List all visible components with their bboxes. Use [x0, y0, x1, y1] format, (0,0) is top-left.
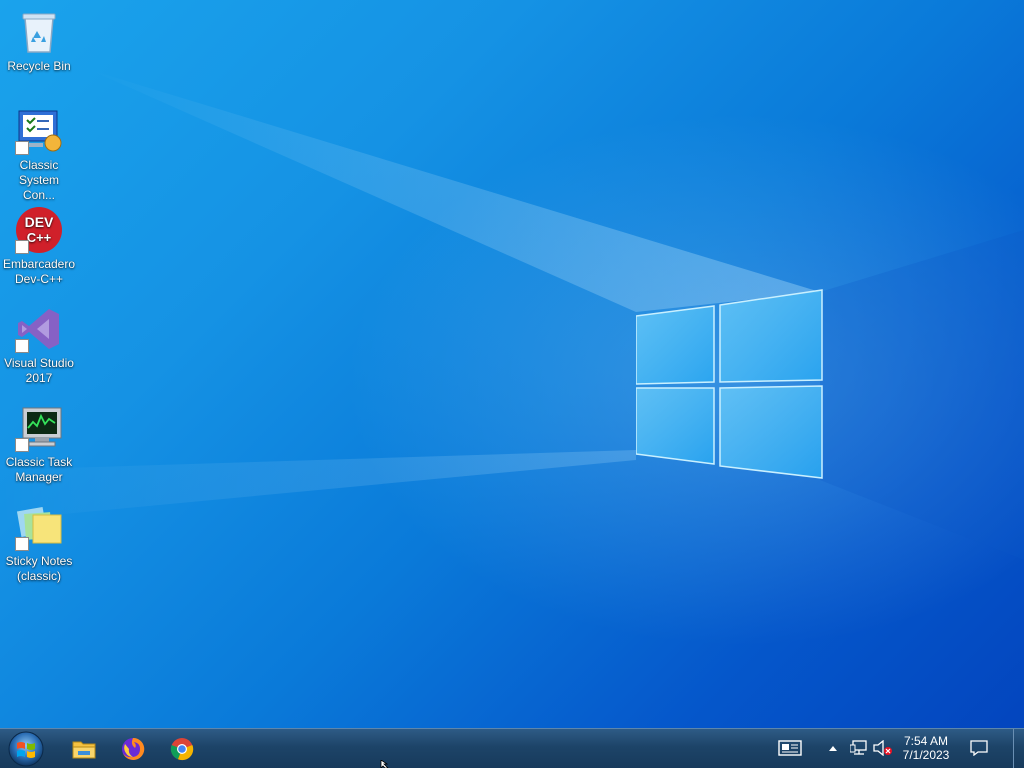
shortcut-arrow-icon	[15, 240, 29, 254]
shortcut-arrow-icon	[15, 537, 29, 551]
windows-logo-wallpaper	[636, 289, 823, 479]
recycle-bin-icon	[15, 8, 63, 56]
visual-studio-icon	[15, 305, 63, 353]
taskbar: 7:54 AM 7/1/2023	[0, 728, 1024, 768]
desktop-icon-label: Classic System Con...	[18, 158, 59, 202]
desktop-icon-classic-system-control[interactable]: Classic System Con...	[2, 101, 76, 203]
svg-text:C++: C++	[27, 230, 52, 245]
svg-text:DEV: DEV	[25, 214, 54, 230]
shortcut-arrow-icon	[15, 339, 29, 353]
firefox-icon	[122, 737, 145, 760]
network-status-button[interactable]	[848, 738, 870, 758]
action-center-icon	[970, 740, 988, 756]
news-and-interests-button[interactable]	[776, 737, 804, 759]
shortcut-arrow-icon	[15, 141, 29, 155]
news-icon	[778, 740, 802, 756]
task-manager-icon	[15, 404, 63, 452]
desktop-icon-sticky-notes-classic[interactable]: Sticky Notes (classic)	[2, 497, 76, 584]
taskbar-file-explorer-button[interactable]	[68, 733, 100, 765]
windows-start-orb-icon	[8, 731, 44, 767]
volume-muted-icon	[873, 740, 892, 756]
desktop-icon-visual-studio-2017[interactable]: Visual Studio 2017	[2, 299, 76, 386]
sticky-notes-icon	[15, 503, 63, 551]
desktop-icon-label: Sticky Notes (classic)	[5, 554, 73, 583]
desktop-icon-embarcadero-dev-cpp[interactable]: DEV C++ Embarcadero Dev-C++	[2, 200, 76, 287]
control-panel-icon	[15, 107, 63, 155]
desktop-icon-label: Embarcadero Dev-C++	[2, 257, 76, 286]
taskbar-firefox-button[interactable]	[117, 733, 149, 765]
folder-icon	[72, 741, 96, 759]
dev-cpp-icon: DEV C++	[15, 206, 63, 254]
wallpaper-light-beams	[0, 0, 1024, 728]
start-button[interactable]	[6, 730, 46, 767]
network-icon	[850, 740, 867, 755]
desktop-icon-label: Recycle Bin	[7, 59, 71, 73]
shortcut-arrow-icon	[15, 438, 29, 452]
desktop-icon-recycle-bin[interactable]: Recycle Bin	[2, 2, 76, 74]
action-center-button[interactable]	[966, 737, 992, 759]
taskbar-chrome-button[interactable]	[166, 733, 198, 765]
desktop-icon-label: Visual Studio 2017	[4, 356, 74, 385]
desktop-icon-label: Classic Task Manager	[5, 455, 73, 484]
show-desktop-button[interactable]	[1013, 729, 1024, 768]
desktop-icon-classic-task-manager[interactable]: Classic Task Manager	[2, 398, 76, 485]
volume-button[interactable]	[872, 738, 894, 758]
show-hidden-icons-button[interactable]	[825, 739, 841, 757]
chrome-icon	[170, 738, 194, 761]
clock-date: 7/1/2023	[902, 748, 950, 762]
mouse-cursor-icon	[380, 760, 389, 768]
clock-time: 7:54 AM	[903, 734, 949, 748]
chevron-up-icon	[829, 746, 837, 751]
desktop[interactable]: Recycle Bin Classic System Con... DEV C+…	[0, 0, 1024, 728]
taskbar-clock[interactable]: 7:54 AM 7/1/2023	[896, 734, 956, 762]
